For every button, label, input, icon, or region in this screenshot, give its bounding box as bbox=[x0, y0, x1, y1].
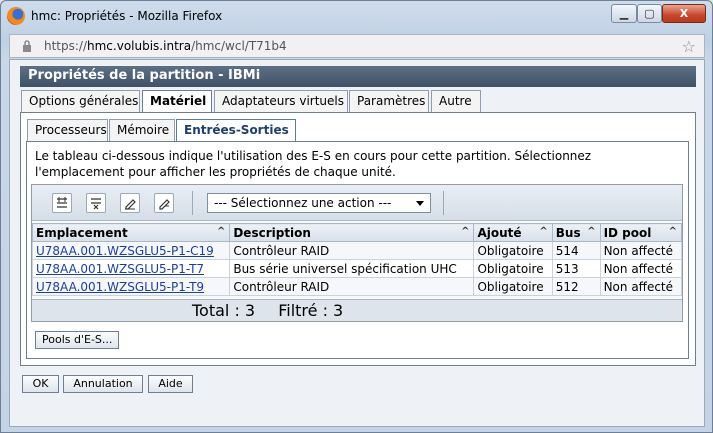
io-panel: Le tableau ci-dessous indique l'utilisat… bbox=[26, 141, 689, 359]
bus-cell: 512 bbox=[551, 277, 601, 296]
added-cell: Obligatoire bbox=[473, 241, 553, 260]
select-all-icon[interactable] bbox=[52, 193, 72, 213]
url-text: https://hmc.volubis.intra/hmc/wcl/T71b4 bbox=[44, 39, 287, 53]
table-header-row: Emplacement ^ Description ^ Ajouté ^ Bus ^ I… bbox=[31, 223, 683, 242]
edit-filter-icon[interactable] bbox=[120, 193, 140, 213]
sort-icon: ^ bbox=[461, 226, 470, 237]
location-link[interactable]: U78AA.001.WZSGLU5-P1-C19 bbox=[36, 244, 214, 258]
pool-id-cell: Non affecté bbox=[599, 259, 683, 278]
added-cell: Obligatoire bbox=[473, 259, 553, 278]
column-added[interactable]: Ajouté ^ bbox=[473, 223, 553, 242]
pool-id-cell: Non affecté bbox=[599, 277, 683, 296]
sort-icon: ^ bbox=[216, 226, 226, 237]
panel-title: Propriétés de la partition - IBMi bbox=[20, 66, 696, 87]
address-bar[interactable]: https://hmc.volubis.intra/hmc/wcl/T71b4 … bbox=[9, 34, 705, 58]
action-select-value: --- Sélectionnez une action --- bbox=[214, 196, 392, 210]
tab-hardware[interactable]: Matériel bbox=[142, 90, 212, 113]
table-row: U78AA.001.WZSGLU5-P1-T9 Contrôleur RAID … bbox=[31, 277, 683, 296]
tab-other[interactable]: Autre bbox=[431, 90, 481, 112]
pool-id-cell: Non affecté bbox=[599, 241, 683, 260]
cancel-button[interactable]: Annulation bbox=[63, 375, 143, 393]
location-cell[interactable]: U78AA.001.WZSGLU5-P1-T7 bbox=[31, 259, 231, 278]
table-footer: Total : 3 Filtré : 3 bbox=[32, 299, 682, 321]
tab-virtual-adapters[interactable]: Adaptateurs virtuels bbox=[214, 90, 348, 112]
lock-icon bbox=[23, 40, 31, 52]
table-row: U78AA.001.WZSGLU5-P1-C19 Contrôleur RAID… bbox=[31, 241, 683, 260]
io-table-container: --- Sélectionnez une action --- Emplacem… bbox=[31, 184, 683, 322]
description-line-2: l'emplacement pour afficher les propriét… bbox=[35, 165, 396, 179]
dropdown-arrow-icon bbox=[416, 201, 424, 206]
firefox-icon bbox=[7, 7, 25, 25]
column-bus[interactable]: Bus ^ bbox=[551, 223, 601, 242]
filtered-count: Filtré : 3 bbox=[278, 301, 344, 320]
ok-button[interactable]: OK bbox=[22, 375, 59, 393]
io-description: Le tableau ci-dessous indique l'utilisat… bbox=[35, 148, 675, 180]
io-table: Emplacement ^ Description ^ Ajouté ^ Bus ^ I… bbox=[31, 223, 683, 296]
toolbar-separator bbox=[443, 191, 444, 215]
location-link[interactable]: U78AA.001.WZSGLU5-P1-T9 bbox=[36, 280, 204, 294]
description-cell: Contrôleur RAID bbox=[229, 241, 475, 260]
tab-settings[interactable]: Paramètres bbox=[349, 90, 429, 112]
location-cell[interactable]: U78AA.001.WZSGLU5-P1-T9 bbox=[31, 277, 231, 296]
column-description[interactable]: Description ^ bbox=[229, 223, 475, 242]
location-cell[interactable]: U78AA.001.WZSGLU5-P1-C19 bbox=[31, 241, 231, 260]
column-pool-id[interactable]: ID pool ^ bbox=[599, 223, 683, 242]
table-toolbar: --- Sélectionnez une action --- bbox=[32, 185, 682, 221]
page-content: Propriétés de la partition - IBMi Option… bbox=[9, 59, 705, 427]
bus-cell: 513 bbox=[551, 259, 601, 278]
sort-icon: ^ bbox=[539, 226, 548, 237]
window-title: hmc: Propriétés - Mozilla Firefox bbox=[31, 9, 223, 23]
sort-icon: ^ bbox=[668, 226, 677, 237]
clear-filter-icon[interactable] bbox=[154, 193, 174, 213]
help-button[interactable]: Aide bbox=[148, 375, 193, 393]
column-location[interactable]: Emplacement ^ bbox=[31, 223, 231, 242]
toolbar-separator bbox=[192, 191, 193, 215]
tab-general-options[interactable]: Options générales bbox=[21, 90, 140, 112]
bus-cell: 514 bbox=[551, 241, 601, 260]
total-count: Total : 3 bbox=[192, 301, 256, 320]
location-link[interactable]: U78AA.001.WZSGLU5-P1-T7 bbox=[36, 262, 204, 276]
maximize-button[interactable]: ▢ bbox=[637, 4, 662, 23]
close-button[interactable]: X bbox=[662, 4, 706, 23]
description-cell: Contrôleur RAID bbox=[229, 277, 475, 296]
io-pools-button[interactable]: Pools d'E-S... bbox=[35, 331, 120, 349]
browser-window: hmc: Propriétés - Mozilla Firefox ▁ ▢ X … bbox=[0, 0, 713, 433]
subtab-memory[interactable]: Mémoire bbox=[109, 119, 175, 141]
description-cell: Bus série universel spécification UHC bbox=[229, 259, 475, 278]
subtab-io[interactable]: Entrées-Sorties bbox=[176, 119, 296, 142]
added-cell: Obligatoire bbox=[473, 277, 553, 296]
action-select[interactable]: --- Sélectionnez une action --- bbox=[207, 193, 431, 213]
hardware-tab-panel: Processeurs Mémoire Entrées-Sorties Le t… bbox=[20, 112, 696, 366]
minimize-button[interactable]: ▁ bbox=[611, 4, 637, 23]
sort-icon: ^ bbox=[587, 226, 596, 237]
subtab-processors[interactable]: Processeurs bbox=[27, 119, 108, 141]
bookmark-star-icon[interactable]: ☆ bbox=[682, 37, 696, 56]
table-row: U78AA.001.WZSGLU5-P1-T7 Bus série univer… bbox=[31, 259, 683, 278]
description-line-1: Le tableau ci-dessous indique l'utilisat… bbox=[35, 149, 592, 163]
deselect-all-icon[interactable] bbox=[86, 193, 106, 213]
title-bar: hmc: Propriétés - Mozilla Firefox ▁ ▢ X bbox=[1, 1, 712, 31]
